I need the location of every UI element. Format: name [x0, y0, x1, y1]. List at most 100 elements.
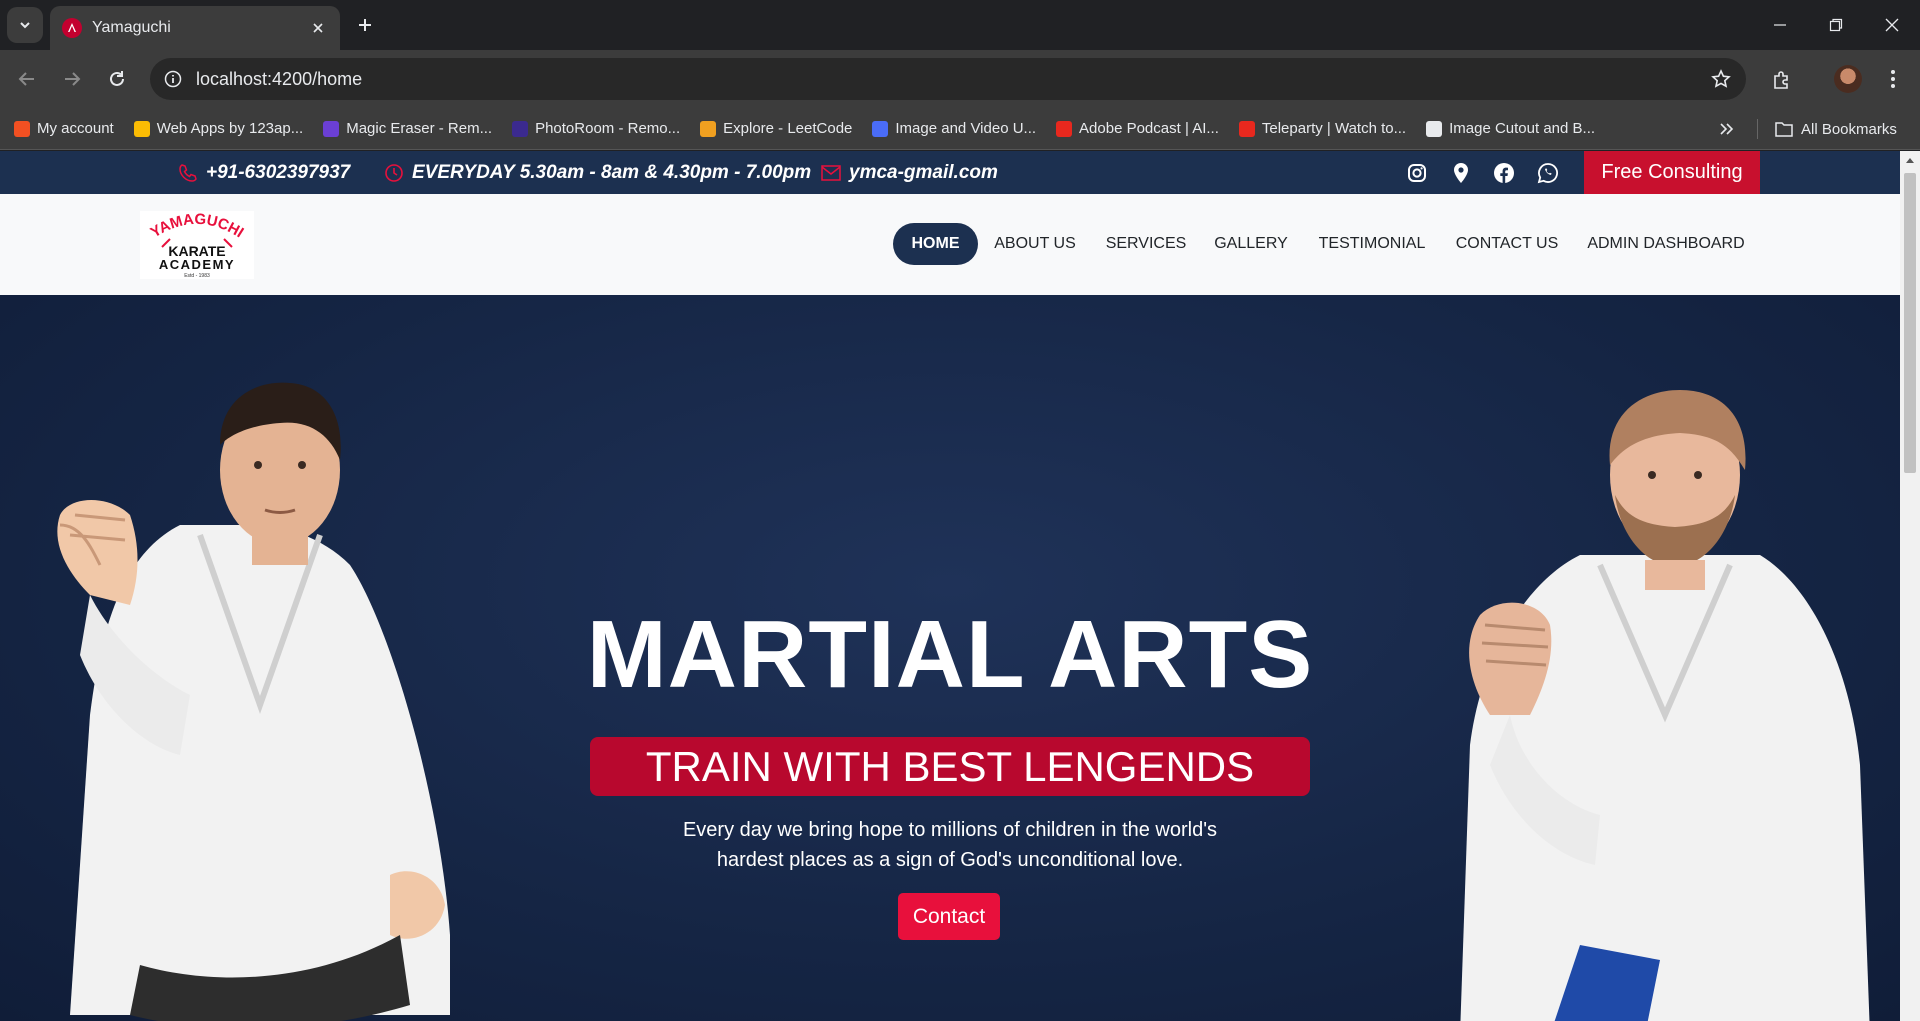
nav-home[interactable]: HOME: [893, 223, 978, 265]
bookmark-label: My account: [37, 120, 114, 137]
bookmark-item[interactable]: Teleparty | Watch to...: [1238, 120, 1407, 137]
all-bookmarks-button[interactable]: All Bookmarks: [1775, 108, 1897, 150]
bookmark-item[interactable]: Image and Video U...: [872, 120, 1036, 137]
bookmark-item[interactable]: Image Cutout and B...: [1426, 120, 1595, 137]
teleparty-icon: [1238, 120, 1255, 137]
browser-tab-bar: Yamaguchi: [0, 0, 1920, 50]
browser-toolbar: localhost:4200/home: [0, 50, 1920, 108]
bookmark-label: Teleparty | Watch to...: [1261, 120, 1407, 137]
hero-subtitle-banner: TRAIN WITH BEST LENGENDS: [590, 737, 1310, 796]
browser-menu-button[interactable]: [1876, 62, 1910, 96]
bookmark-label: PhotoRoom - Remo...: [535, 120, 681, 137]
back-button[interactable]: [10, 62, 44, 96]
reload-button[interactable]: [100, 62, 134, 96]
opening-hours: EVERYDAY 5.30am - 8am & 4.30pm - 7.00pm: [412, 161, 812, 183]
nav-services[interactable]: SERVICES: [1104, 223, 1188, 265]
arrow-right-icon: [65, 72, 81, 86]
mail-icon: [821, 164, 841, 181]
bookmark-star-icon[interactable]: [1704, 62, 1738, 96]
double-chevron-right-icon[interactable]: [1715, 117, 1739, 141]
minimize-button[interactable]: [1752, 0, 1808, 50]
restore-icon: [1829, 18, 1843, 32]
puzzle-icon: [1774, 71, 1788, 89]
close-icon: [1885, 18, 1899, 32]
extensions-button[interactable]: [1764, 62, 1800, 98]
hero-title: MARTIAL ARTS: [586, 601, 1314, 708]
close-tab-icon[interactable]: [306, 16, 330, 40]
instagram-icon[interactable]: [1405, 161, 1429, 185]
cutout-icon: [1426, 120, 1443, 137]
nav-about-us[interactable]: ABOUT US: [990, 223, 1080, 265]
chevron-down-icon: [20, 22, 30, 29]
free-consulting-button[interactable]: Free Consulting: [1584, 151, 1760, 194]
new-tab-button[interactable]: [350, 10, 380, 40]
more-vertical-icon: [1891, 70, 1895, 88]
nav-gallery[interactable]: GALLERY: [1212, 223, 1290, 265]
hours-info: EVERYDAY 5.30am - 8am & 4.30pm - 7.00pm: [384, 151, 811, 194]
yamaguchi-logo[interactable]: YAMAGUCHI KARATE ACADEMY Estd - 1983: [140, 211, 254, 279]
magic-eraser-icon: [323, 120, 340, 137]
bookmark-item[interactable]: My account: [14, 120, 114, 137]
phone-icon: [179, 163, 197, 182]
url-text[interactable]: localhost:4200/home: [196, 69, 1704, 90]
facebook-icon[interactable]: [1492, 161, 1516, 185]
contact-top-bar: +91-6302397937 EVERYDAY 5.30am - 8am & 4…: [0, 151, 1900, 194]
email-address: ymca-gmail.com: [849, 161, 998, 183]
bookmark-label: Magic Eraser - Rem...: [346, 120, 493, 137]
main-navbar: YAMAGUCHI KARATE ACADEMY Estd - 1983 HOM…: [0, 194, 1900, 295]
tab-search-button[interactable]: [7, 7, 43, 43]
microsoft-icon: [14, 120, 30, 137]
location-pin-icon[interactable]: [1449, 161, 1473, 185]
bookmark-item[interactable]: Magic Eraser - Rem...: [323, 120, 492, 137]
tab-title: Yamaguchi: [92, 19, 171, 36]
bookmarks-bar: My account Web Apps by 123ap... Magic Eras…: [0, 108, 1920, 150]
hero-section: MARTIAL ARTS TRAIN WITH BEST LENGENDS Ev…: [0, 295, 1900, 1021]
web-page: +91-6302397937 EVERYDAY 5.30am - 8am & 4…: [0, 151, 1900, 1021]
bookmark-item[interactable]: Explore - LeetCode: [700, 120, 852, 137]
phone-info[interactable]: +91-6302397937: [178, 151, 350, 194]
folder-icon: [1775, 122, 1793, 137]
bookmark-item[interactable]: Adobe Podcast | AI...: [1056, 120, 1219, 137]
scroll-up-arrow-icon[interactable]: [1900, 151, 1920, 169]
adobe-icon: [1056, 120, 1073, 137]
plus-icon: [359, 19, 371, 31]
whatsapp-icon[interactable]: [1536, 161, 1560, 185]
nav-admin-dashboard[interactable]: ADMIN DASHBOARD: [1584, 223, 1748, 265]
profile-avatar[interactable]: [1834, 65, 1862, 93]
page-scrollbar[interactable]: [1900, 151, 1920, 1021]
bookmark-item[interactable]: Web Apps by 123ap...: [133, 120, 304, 137]
bookmarks-divider: [1757, 119, 1758, 139]
restore-button[interactable]: [1808, 0, 1864, 50]
minimize-icon: [1774, 24, 1786, 26]
address-bar[interactable]: localhost:4200/home: [150, 58, 1746, 100]
scroll-thumb[interactable]: [1904, 173, 1916, 473]
arrow-left-icon: [18, 72, 34, 86]
window-controls: [1752, 0, 1920, 50]
nav-contact-us[interactable]: CONTACT US: [1454, 223, 1560, 265]
logo-academy-text: ACADEMY: [159, 257, 235, 272]
bookmark-label: Image Cutout and B...: [1449, 120, 1596, 137]
image-video-icon: [872, 120, 889, 137]
logo-estd-text: Estd - 1983: [184, 273, 210, 279]
nav-testimonial[interactable]: TESTIMONIAL: [1314, 223, 1430, 265]
site-info-icon[interactable]: [158, 64, 188, 94]
all-bookmarks-label: All Bookmarks: [1801, 120, 1897, 138]
bookmark-label: Web Apps by 123ap...: [156, 120, 304, 137]
photoroom-icon: [512, 120, 529, 137]
bookmark-item[interactable]: PhotoRoom - Remo...: [512, 120, 680, 137]
clock-icon: [385, 163, 403, 182]
close-window-button[interactable]: [1864, 0, 1920, 50]
contact-button[interactable]: Contact: [898, 893, 1000, 940]
hero-description: Every day we bring hope to millions of c…: [682, 819, 1218, 871]
bookmark-label: Explore - LeetCode: [723, 120, 853, 137]
angular-icon: [62, 18, 82, 38]
bookmark-label: Adobe Podcast | AI...: [1079, 120, 1219, 137]
apps-icon: [133, 120, 150, 137]
leetcode-icon: [700, 120, 717, 137]
email-info[interactable]: ymca-gmail.com: [821, 151, 998, 194]
bookmark-label: Image and Video U...: [895, 120, 1037, 137]
phone-number: +91-6302397937: [206, 161, 351, 183]
forward-button[interactable]: [55, 62, 89, 96]
browser-tab[interactable]: Yamaguchi: [50, 6, 340, 50]
reload-icon: [110, 71, 124, 86]
